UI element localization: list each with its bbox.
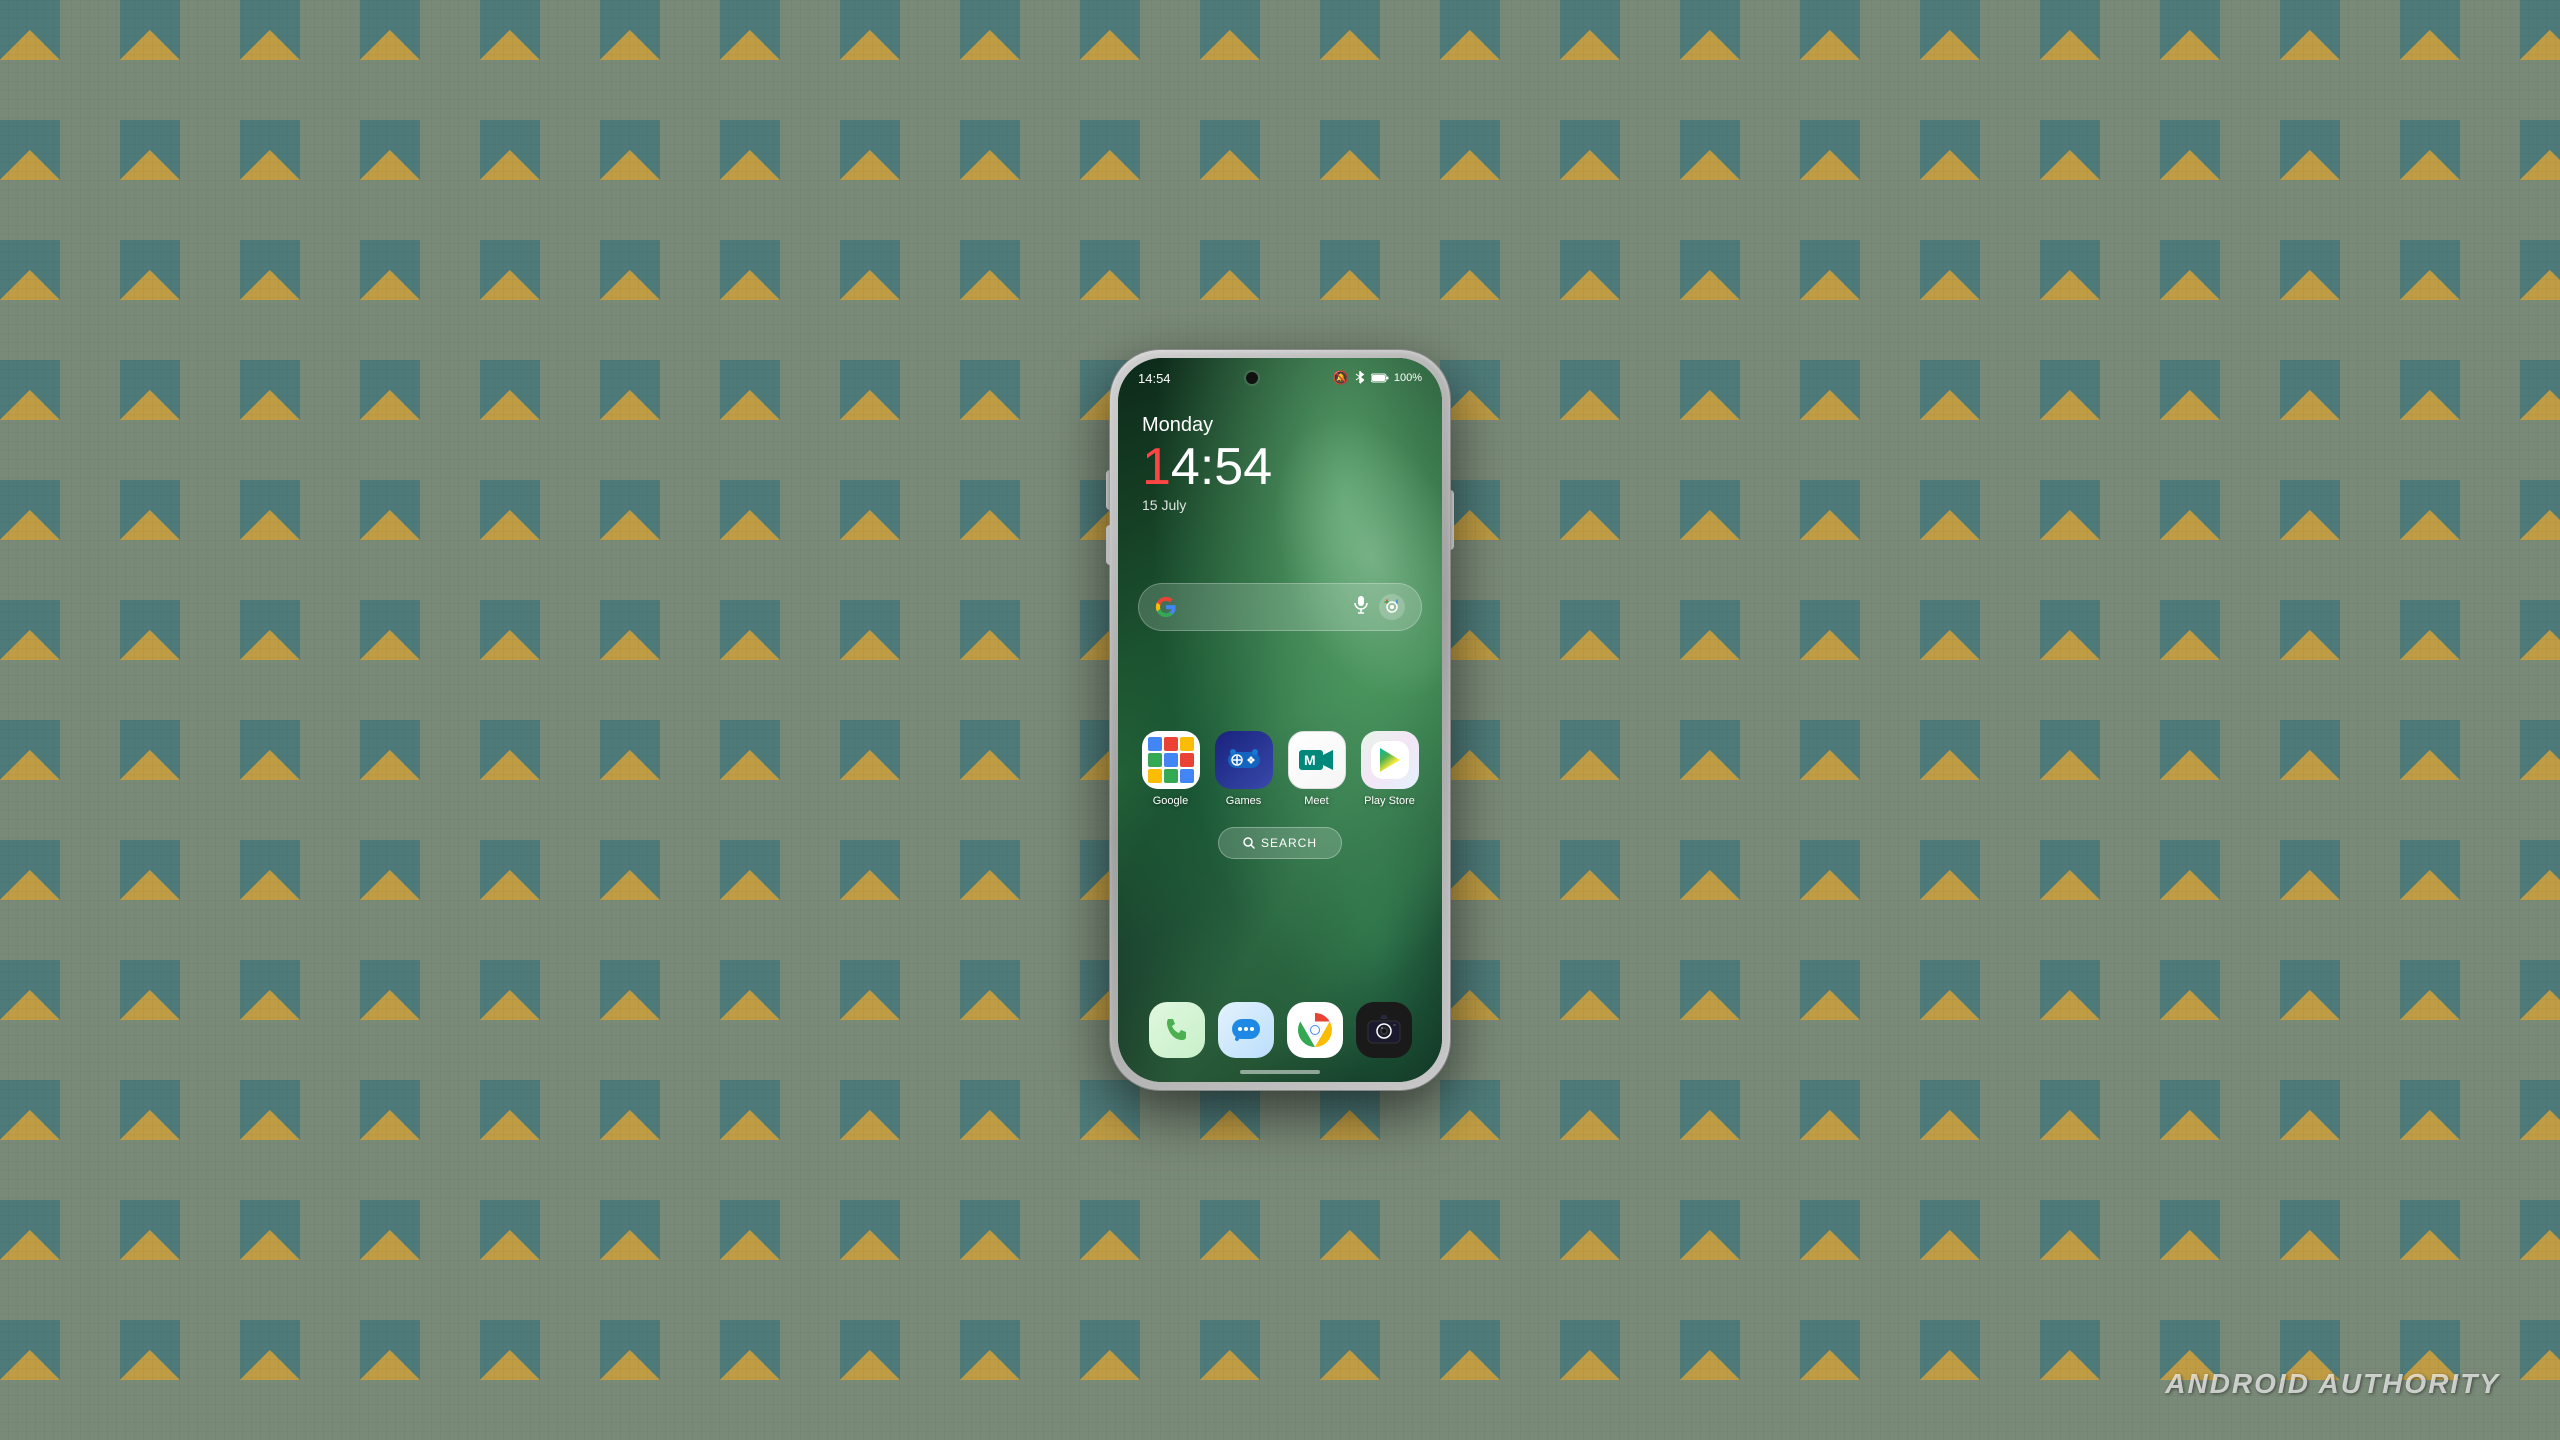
search-bottom-area: SEARCH [1118, 827, 1442, 859]
games-app-icon [1215, 731, 1273, 789]
grid-cell [1180, 737, 1194, 751]
app-grid: Google [1118, 711, 1442, 817]
clock-date: 15 July [1142, 497, 1418, 513]
google-lens-icon[interactable] [1379, 594, 1405, 620]
svg-text:M: M [1304, 752, 1316, 768]
app-label-playstore: Play Store [1364, 795, 1415, 807]
chrome-icon [1297, 1012, 1333, 1048]
clock-time: 14:54 [1142, 441, 1418, 493]
grid-cell [1164, 769, 1178, 783]
camera-dot [1246, 372, 1258, 384]
messages-icon [1230, 1015, 1262, 1045]
dock-item-messages[interactable] [1218, 1002, 1274, 1058]
google-search-bar[interactable] [1138, 583, 1422, 631]
app-label-google: Google [1153, 795, 1188, 807]
google-app-icon [1142, 731, 1200, 789]
dock-item-chrome[interactable] [1287, 1002, 1343, 1058]
meet-app-icon: M [1288, 731, 1346, 789]
search-button[interactable]: SEARCH [1218, 827, 1342, 859]
app-item-playstore[interactable]: Play Store [1357, 731, 1422, 807]
watermark: ANDROID AUTHORITY [2165, 1368, 2500, 1400]
grid-cell [1180, 753, 1194, 767]
microphone-icon[interactable] [1353, 595, 1369, 620]
games-svg [1226, 746, 1262, 774]
meet-svg: M [1297, 746, 1337, 774]
dock-item-phone[interactable] [1149, 1002, 1205, 1058]
app-label-meet: Meet [1304, 795, 1328, 807]
camera-icon [1367, 1015, 1401, 1045]
search-btn-label: SEARCH [1261, 836, 1317, 850]
playstore-app-icon [1361, 731, 1419, 789]
battery-percent: 100% [1394, 372, 1422, 384]
clock-time-red: 1 [1142, 438, 1171, 496]
grid-cell [1148, 737, 1162, 751]
phone-screen: 14:54 🔕 [1118, 358, 1442, 1082]
mute-icon: 🔕 [1333, 370, 1349, 386]
grid-cell [1164, 737, 1178, 751]
search-icon [1243, 837, 1255, 849]
status-icons: 🔕 1 [1333, 370, 1422, 387]
google-grid-icon [1142, 731, 1200, 789]
grid-cell [1164, 753, 1178, 767]
phone-wrapper: 14:54 🔕 [1110, 350, 1450, 1090]
clock-time-rest: 4:54 [1171, 438, 1272, 496]
dock-item-camera[interactable] [1356, 1002, 1412, 1058]
status-bar: 14:54 🔕 [1118, 358, 1442, 394]
playstore-svg [1371, 741, 1409, 779]
battery-icon [1371, 371, 1389, 386]
phone-icon [1162, 1015, 1192, 1045]
clock-day: Monday [1142, 414, 1418, 437]
app-item-games[interactable]: Games [1211, 731, 1276, 807]
clock-area: Monday 14:54 15 July [1118, 394, 1442, 523]
google-g-icon [1155, 596, 1177, 618]
app-label-games: Games [1226, 795, 1261, 807]
dock [1118, 992, 1442, 1082]
nav-bar [1240, 1070, 1320, 1074]
grid-cell [1180, 769, 1194, 783]
grid-cell [1148, 753, 1162, 767]
bluetooth-icon [1354, 370, 1366, 387]
phone-outer: 14:54 🔕 [1110, 350, 1450, 1090]
grid-cell [1148, 769, 1162, 783]
app-item-google[interactable]: Google [1138, 731, 1203, 807]
status-time: 14:54 [1138, 371, 1171, 386]
app-item-meet[interactable]: M Meet [1284, 731, 1349, 807]
